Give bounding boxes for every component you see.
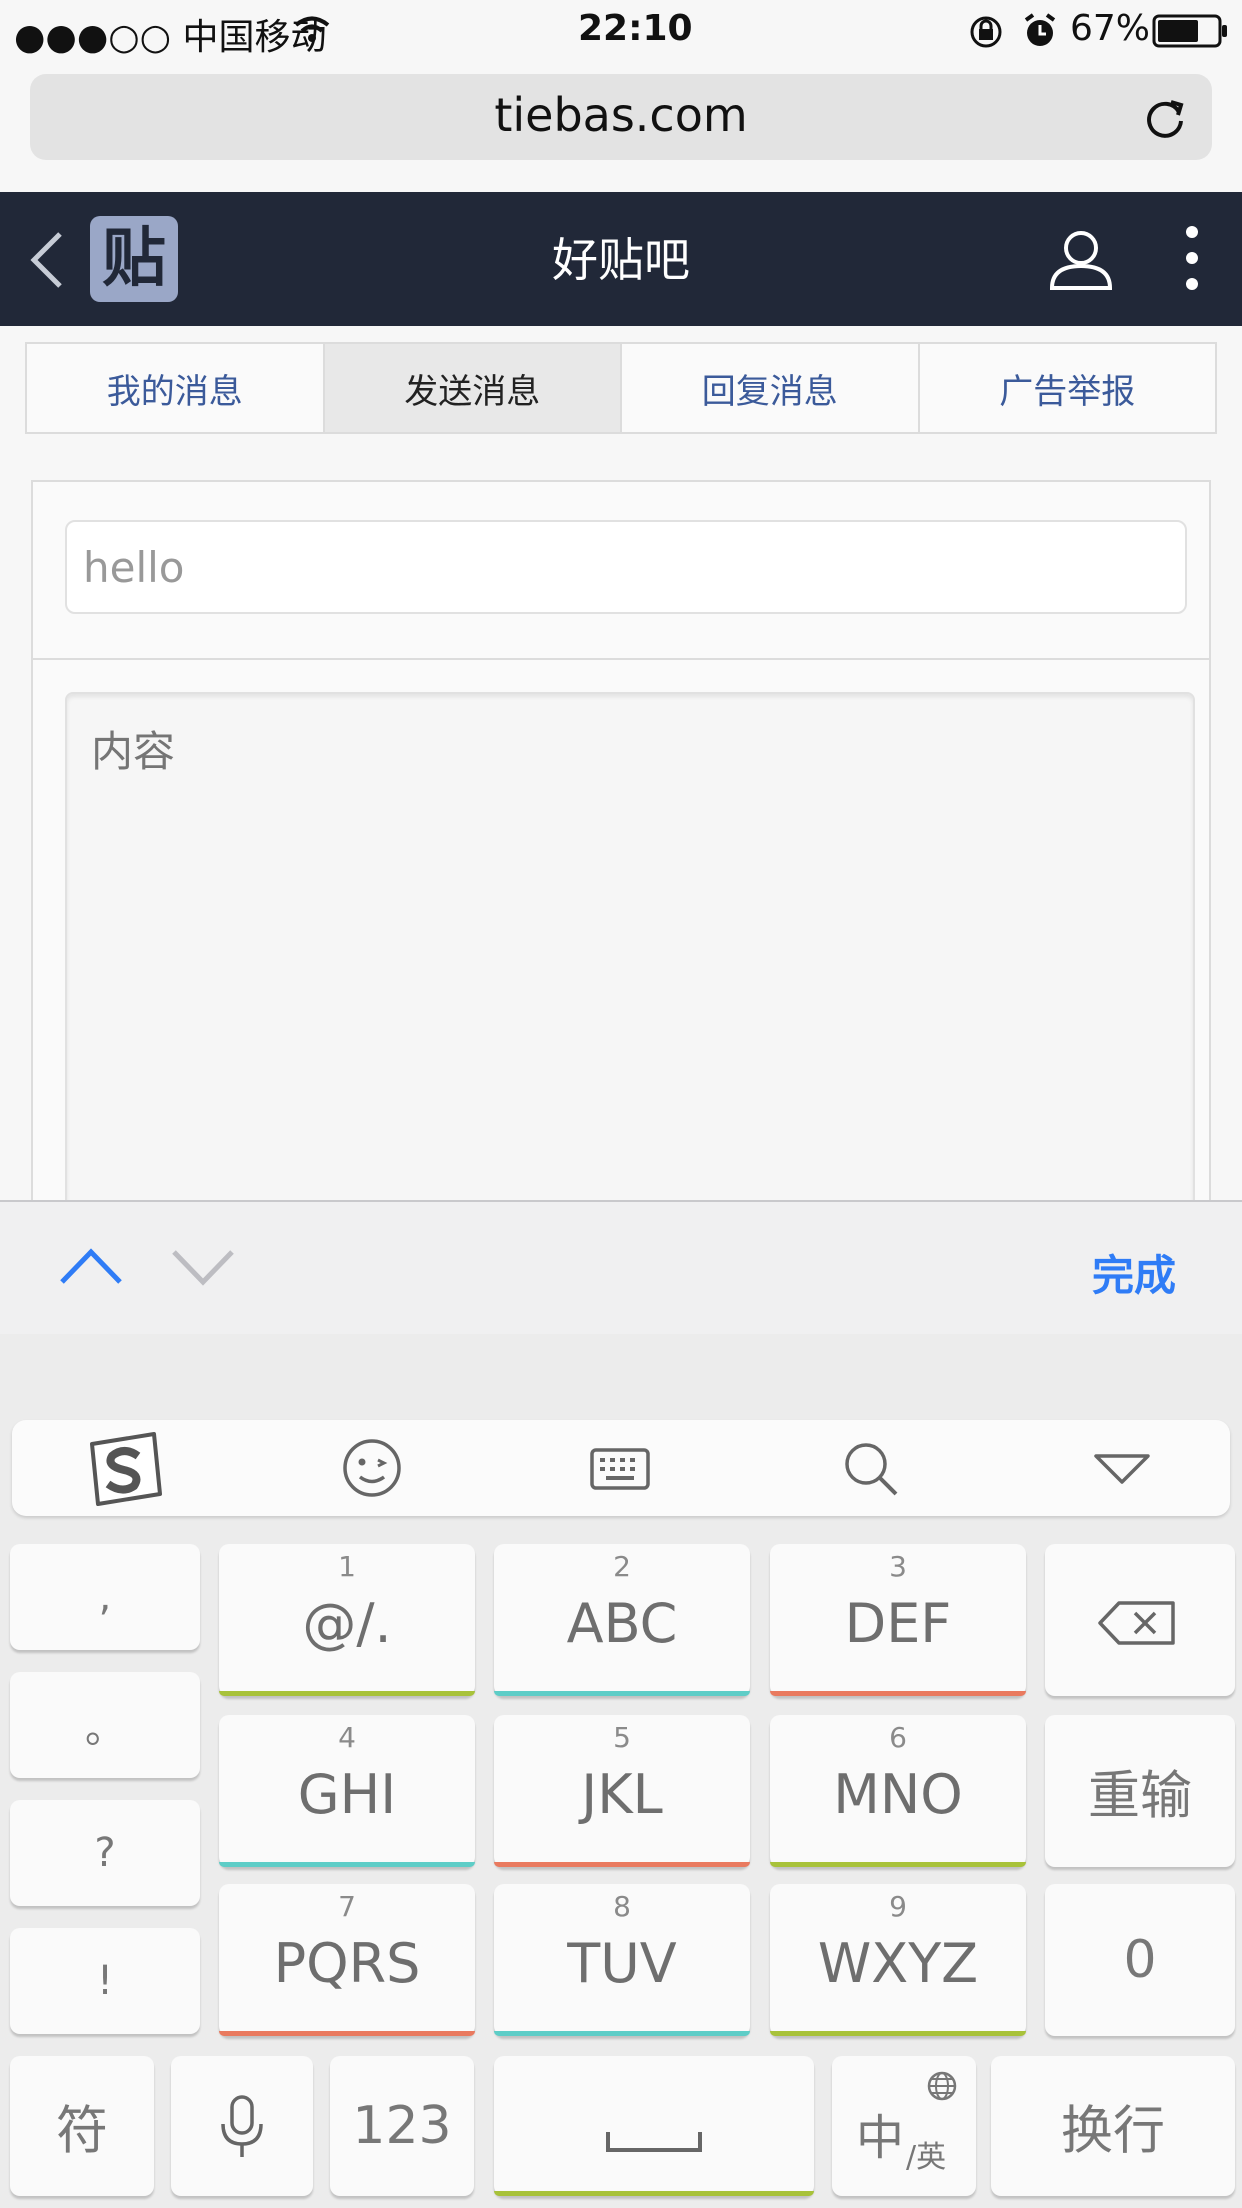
key-8[interactable]: 8 TUV: [494, 1884, 750, 2036]
reload-icon[interactable]: [1140, 92, 1190, 142]
chevron-down-icon[interactable]: [170, 1246, 236, 1286]
backspace-key[interactable]: [1045, 1544, 1235, 1696]
status-bar: ●●●○○ 中国移动 22:10 67%: [0, 0, 1242, 62]
number-key[interactable]: 123: [330, 2056, 474, 2196]
voice-key[interactable]: [171, 2056, 313, 2196]
reenter-key[interactable]: 重输: [1045, 1715, 1235, 1867]
tab-my-messages[interactable]: 我的消息: [27, 344, 325, 432]
tab-reply-message[interactable]: 回复消息: [622, 344, 920, 432]
tab-send-message[interactable]: 发送消息: [324, 344, 622, 432]
key-question[interactable]: ?: [10, 1800, 200, 1906]
rotation-lock-icon: [970, 16, 1002, 48]
key-9[interactable]: 9 WXYZ: [770, 1884, 1026, 2036]
keyboard-icon[interactable]: [588, 1438, 652, 1498]
tab-report-ad[interactable]: 广告举报: [920, 344, 1216, 432]
carrier-label: ●●●○○ 中国移动: [14, 17, 327, 58]
key-4[interactable]: 4 GHI: [219, 1715, 475, 1867]
key-exclamation[interactable]: !: [10, 1928, 200, 2034]
app-header: 贴 好贴吧: [0, 192, 1242, 326]
clock: 22:10: [578, 8, 693, 49]
key-5[interactable]: 5 JKL: [494, 1715, 750, 1867]
chevron-up-icon[interactable]: [58, 1246, 124, 1286]
key-3[interactable]: 3 DEF: [770, 1544, 1026, 1696]
message-form: [31, 480, 1211, 1252]
key-1[interactable]: 1 @/.: [219, 1544, 475, 1696]
battery-icon: [1152, 14, 1227, 48]
key-period[interactable]: 。: [10, 1672, 200, 1778]
space-key[interactable]: [494, 2056, 814, 2196]
symbol-key[interactable]: 符: [10, 2056, 154, 2196]
key-2[interactable]: 2 ABC: [494, 1544, 750, 1696]
url-text: tiebas.com: [494, 88, 748, 142]
space-icon: [606, 2132, 702, 2152]
content-textarea[interactable]: [65, 692, 1195, 1252]
key-7[interactable]: 7 PQRS: [219, 1884, 475, 2036]
divider: [33, 658, 1209, 660]
title-input[interactable]: [65, 520, 1187, 614]
collapse-icon[interactable]: [1090, 1438, 1154, 1498]
user-icon[interactable]: [1048, 226, 1114, 292]
backspace-icon: [1098, 1601, 1175, 1645]
ime-keyboard: , 。 ? ! 1 @/. 2 ABC 3 DEF 4 GHI 5 JKL 6 MNO 7P…: [0, 1334, 1242, 2208]
search-icon[interactable]: [840, 1438, 904, 1498]
keyboard-accessory-bar: 完成: [0, 1200, 1242, 1334]
emoji-icon[interactable]: [340, 1438, 404, 1498]
done-button[interactable]: 完成: [1092, 1242, 1176, 1303]
address-bar[interactable]: tiebas.com: [30, 74, 1212, 160]
alarm-icon: [1024, 13, 1056, 46]
key-6[interactable]: 6 MNO: [770, 1715, 1026, 1867]
globe-icon: [927, 2071, 957, 2101]
sogou-logo-icon[interactable]: [84, 1430, 166, 1508]
battery-percent: 67%: [1070, 8, 1151, 49]
more-icon[interactable]: [1180, 222, 1204, 294]
message-tabs: 我的消息 发送消息 回复消息 广告举报: [25, 342, 1217, 434]
wifi-icon: [294, 16, 330, 42]
language-switch-key[interactable]: 中 /英: [832, 2056, 976, 2196]
key-comma[interactable]: ,: [10, 1544, 200, 1650]
key-0[interactable]: 0: [1045, 1884, 1235, 2036]
microphone-icon: [221, 2095, 263, 2157]
newline-key[interactable]: 换行: [991, 2056, 1235, 2196]
keyboard-toolbar: [12, 1420, 1230, 1516]
